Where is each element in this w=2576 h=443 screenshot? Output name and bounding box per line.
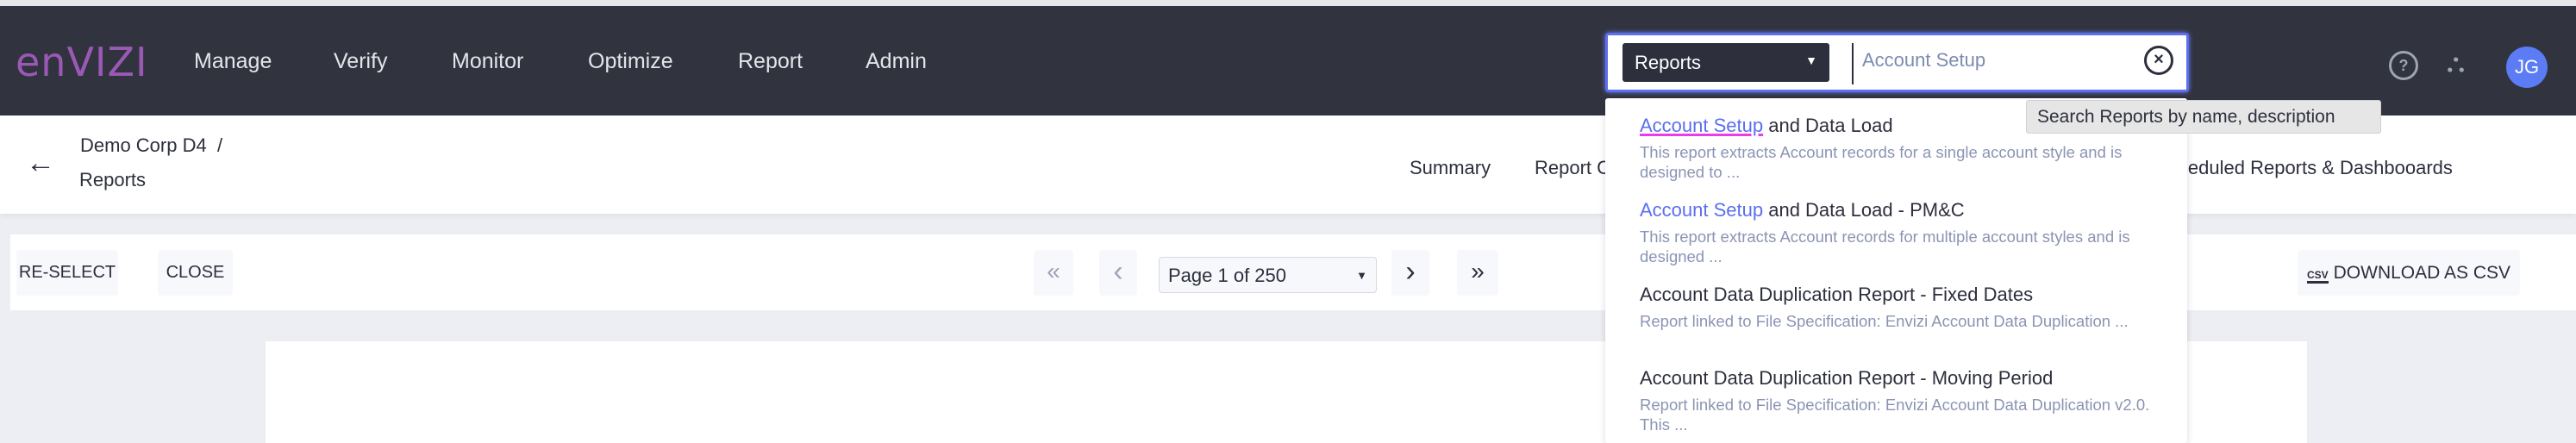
- csv-file-icon: CSV: [2306, 269, 2329, 284]
- tab-summary[interactable]: Summary: [1410, 157, 1491, 179]
- help-icon[interactable]: ?: [2389, 51, 2418, 80]
- global-search: Reports ▼ ×: [1605, 33, 2189, 92]
- nav-verify[interactable]: Verify: [334, 49, 388, 74]
- org-hierarchy-icon[interactable]: ⛬: [2447, 49, 2465, 78]
- result-description: Report linked to File Specification: Env…: [1640, 396, 2150, 434]
- search-results-dropdown: Account Setup and Data Load This report …: [1605, 98, 2187, 443]
- search-scope-label: Reports: [1635, 52, 1702, 73]
- result-title: Account Data Duplication Report - Moving…: [1640, 367, 2054, 389]
- result-match: Account Setup: [1640, 199, 1764, 221]
- user-avatar[interactable]: JG: [2506, 47, 2548, 88]
- nav-monitor[interactable]: Monitor: [452, 49, 523, 74]
- page-select[interactable]: Page 1 of 250 ▼: [1159, 257, 1377, 293]
- last-page-button[interactable]: »: [1457, 250, 1498, 296]
- search-result[interactable]: Account Data Duplication Report - Fixed …: [1640, 284, 2157, 331]
- result-title: Account Data Duplication Report - Fixed …: [1640, 284, 2034, 305]
- clear-search-icon[interactable]: ×: [2144, 46, 2173, 75]
- first-page-button[interactable]: «: [1034, 250, 1073, 296]
- download-csv-label: DOWNLOAD AS CSV: [2333, 263, 2511, 283]
- result-description: Report linked to File Specification: Env…: [1640, 312, 2129, 330]
- top-nav-bar: enVIZI Manage Verify Monitor Optimize Re…: [0, 6, 2576, 115]
- result-title: and Data Load: [1763, 115, 1893, 136]
- result-description: This report extracts Account records for…: [1640, 143, 2123, 181]
- reselect-button[interactable]: RE-SELECT: [16, 250, 118, 296]
- search-result[interactable]: Account Setup and Data Load - PM&C This …: [1640, 199, 2157, 266]
- result-title: and Data Load - PM&C: [1763, 199, 1965, 221]
- search-tooltip: Search Reports by name, description: [2026, 100, 2381, 134]
- next-page-button[interactable]: ›: [1391, 250, 1429, 296]
- close-button[interactable]: CLOSE: [158, 250, 233, 296]
- search-scope-select[interactable]: Reports ▼: [1623, 43, 1829, 82]
- nav-optimize[interactable]: Optimize: [588, 49, 673, 74]
- nav-report[interactable]: Report: [738, 49, 803, 74]
- envizi-logo[interactable]: enVIZI: [16, 39, 148, 85]
- breadcrumb-parent[interactable]: Demo Corp D4: [80, 134, 207, 156]
- breadcrumb: Demo Corp D4 /: [80, 134, 222, 157]
- report-toolbar: RE-SELECT CLOSE « ‹ Page 1 of 250 ▼ › » C…: [10, 234, 2576, 310]
- page-select-value: Page 1 of 250: [1168, 265, 1287, 286]
- search-result[interactable]: Account Data Duplication Report - Moving…: [1640, 367, 2157, 434]
- result-description: This report extracts Account records for…: [1640, 228, 2130, 265]
- result-match: Account Setup: [1640, 115, 1764, 136]
- caret-down-icon: ▼: [1356, 269, 1367, 282]
- back-arrow-icon[interactable]: ←: [26, 147, 55, 180]
- page-title: Reports: [79, 169, 147, 190]
- divider: [1852, 43, 1854, 84]
- breadcrumb-separator: /: [216, 134, 223, 156]
- nav-manage[interactable]: Manage: [194, 49, 272, 74]
- caret-down-icon: ▼: [1805, 53, 1817, 67]
- tab-report[interactable]: Report C: [1535, 157, 1610, 179]
- search-input[interactable]: [1862, 49, 2121, 72]
- tab-scheduled-reports[interactable]: Scheduled Reports & Dashbooards: [2155, 157, 2453, 179]
- download-csv-button[interactable]: CSV DOWNLOAD AS CSV: [2298, 250, 2520, 296]
- nav-admin[interactable]: Admin: [866, 49, 927, 74]
- top-strip: [0, 0, 2576, 6]
- prev-page-button[interactable]: ‹: [1099, 250, 1137, 296]
